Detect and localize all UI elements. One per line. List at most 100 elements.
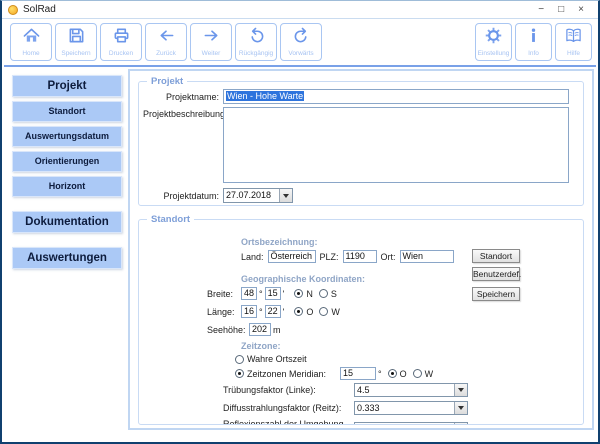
toolbar-button-label: Drucken [109,50,133,57]
toolbar-button-label: Hilfe [567,50,580,57]
meridian-w-label: W [425,369,434,379]
breite-min-input[interactable]: 15 [265,287,281,300]
arrow-right-icon [203,27,220,49]
toolbar-button-label: Vorwärts [288,50,313,57]
toolbar-left-group: Home Speichern Drucken Zurück Weiter Rüc… [10,23,322,61]
title-bar: SolRad − □ × [2,1,598,19]
meridian-o-radio[interactable] [388,369,397,378]
laenge-row: Länge: 16 ° 22 ' O W [207,305,346,318]
laenge-w-label: W [331,307,340,317]
ortsbezeichnung-heading: Ortsbezeichnung: [241,237,318,247]
standort-group-legend: Standort [147,214,194,225]
breite-s-radio[interactable] [319,289,328,298]
undo-icon [248,27,265,49]
standort-lookup-button[interactable]: Standort [472,249,520,263]
toolbar-button-label: Home [22,50,39,57]
seehoehe-input[interactable]: 202 [249,323,271,336]
sidebar-item-auswertungen[interactable]: Auswertungen [12,247,122,269]
speichern-button[interactable]: Speichern [472,287,520,301]
ort-input[interactable]: Wien [400,250,454,263]
minute-symbol: ' [283,307,285,317]
projektbeschreibung-label: Projektbeschreibung: [143,107,223,119]
forward-button[interactable]: Weiter [190,23,232,61]
minimize-button[interactable]: − [538,5,544,15]
minute-symbol: ' [283,289,285,299]
zeitzonen-meridian-radio[interactable] [235,369,244,378]
wahre-ortszeit-row: Wahre Ortszeit [235,354,313,364]
toolbar-button-label: Einstellung [478,50,510,57]
sidebar-item-horizont[interactable]: Horizont [12,176,122,197]
truebungsfaktor-combo[interactable]: 4.5 [354,383,468,397]
laenge-label: Länge: [207,307,241,317]
selected-text: Wien - Hohe Warte [226,91,304,101]
breite-label: Breite: [207,289,241,299]
dropdown-arrow-icon[interactable] [454,402,467,414]
albedo-label: Reflexionszahl der Umgebung (Albedo): [223,419,354,425]
truebungsfaktor-row: Trübungsfaktor (Linke): 4.5 [223,383,468,397]
laenge-o-radio[interactable] [294,307,303,316]
laenge-grad-input[interactable]: 16 [241,305,257,318]
dropdown-arrow-icon[interactable] [454,384,467,396]
undo-button[interactable]: Rückgängig [235,23,277,61]
projektname-label: Projektname: [143,92,223,102]
save-button[interactable]: Speichern [55,23,97,61]
back-button[interactable]: Zurück [145,23,187,61]
sidebar-item-projekt[interactable]: Projekt [12,75,122,97]
help-book-icon [565,27,582,49]
degree-symbol: ° [259,289,263,299]
standort-button-column: Standort Benutzerdef. Speichern [472,249,520,301]
seehoehe-row: Seehöhe: 202 m [207,323,283,336]
seehoehe-unit: m [273,325,281,335]
projekt-group: Projekt Projektname: Wien - Hohe Warte P… [138,76,584,206]
sidebar-nav: Projekt Standort Auswertungsdatum Orient… [12,75,122,273]
dropdown-arrow-icon[interactable] [279,189,292,202]
toolbar-button-label: Speichern [61,50,90,57]
dropdown-arrow-icon[interactable] [454,423,467,425]
meridian-row: Zeitzonen Meridian: 15 ° O W [235,367,439,380]
projektdatum-label: Projektdatum: [143,191,223,201]
breite-grad-input[interactable]: 48 [241,287,257,300]
app-window: SolRad − □ × Home Speichern Drucken Zurü [0,0,600,444]
settings-button[interactable]: Einstellung [475,23,512,61]
meridian-input[interactable]: 15 [340,367,376,380]
sidebar-item-orientierungen[interactable]: Orientierungen [12,151,122,172]
plz-input[interactable]: 1190 [343,250,377,263]
breite-n-label: N [306,289,313,299]
laenge-o-label: O [306,307,313,317]
info-button[interactable]: Info [515,23,552,61]
degree-symbol: ° [378,369,382,379]
help-button[interactable]: Hilfe [555,23,592,61]
print-icon [113,27,130,49]
projektdatum-combo[interactable]: 27.07.2018 [223,188,293,203]
benutzerdef-button[interactable]: Benutzerdef. [472,267,520,281]
arrow-left-icon [158,27,175,49]
info-icon [525,27,542,49]
diffusstrahlungsfaktor-combo[interactable]: 0.333 [354,401,468,415]
albedo-combo[interactable]: 0.2 [354,422,468,425]
projektname-input[interactable]: Wien - Hohe Warte [223,89,569,104]
sidebar-item-standort[interactable]: Standort [12,101,122,122]
wahre-ortszeit-label: Wahre Ortszeit [247,354,307,364]
content-area: Projekt Standort Auswertungsdatum Orient… [2,67,598,441]
close-button[interactable]: × [578,5,584,15]
redo-icon [293,27,310,49]
breite-n-radio[interactable] [294,289,303,298]
seehoehe-label: Seehöhe: [207,325,249,335]
toolbar-button-label: Zurück [156,50,176,57]
sidebar-item-auswertungsdatum[interactable]: Auswertungsdatum [12,126,122,147]
sidebar-item-dokumentation[interactable]: Dokumentation [12,211,122,233]
wahre-ortszeit-radio[interactable] [235,355,244,364]
laenge-w-radio[interactable] [319,307,328,316]
laenge-min-input[interactable]: 22 [265,305,281,318]
projektbeschreibung-input[interactable] [223,107,569,183]
albedo-row: Reflexionszahl der Umgebung (Albedo): 0.… [223,419,468,425]
diffusstrahlungsfaktor-label: Diffusstrahlungsfaktor (Reitz): [223,403,354,413]
redo-button[interactable]: Vorwärts [280,23,322,61]
home-icon [23,27,40,49]
plz-label: PLZ: [320,252,339,262]
land-input[interactable]: Österreich [268,250,316,263]
maximize-button[interactable]: □ [558,5,564,15]
print-button[interactable]: Drucken [100,23,142,61]
meridian-w-radio[interactable] [413,369,422,378]
home-button[interactable]: Home [10,23,52,61]
